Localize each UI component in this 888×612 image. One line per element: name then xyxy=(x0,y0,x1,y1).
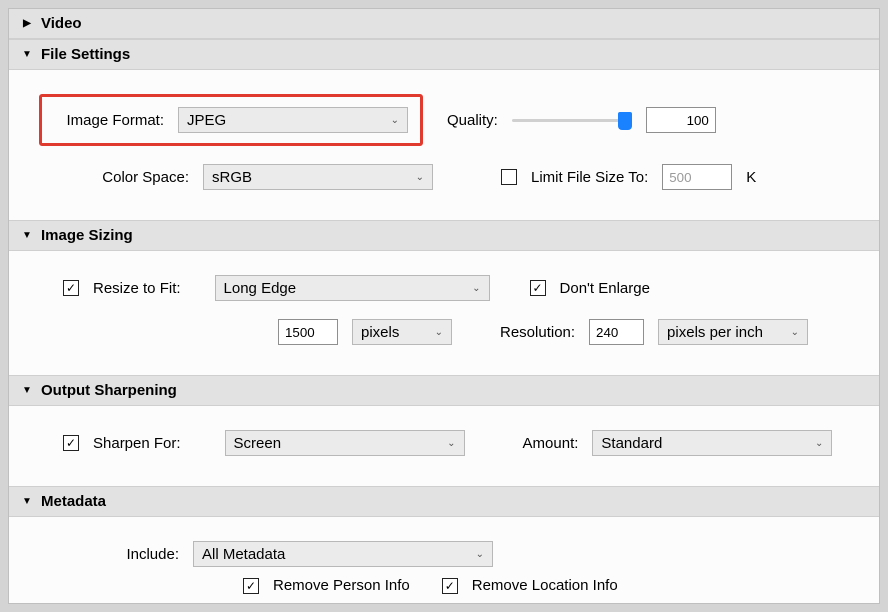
size-input[interactable] xyxy=(278,319,338,345)
remove-location-info-checkbox[interactable]: ✓ xyxy=(442,578,458,594)
resize-to-fit-value: Long Edge xyxy=(224,280,297,297)
chevron-down-icon: ▼ xyxy=(21,230,33,241)
section-body-output-sharpening: ✓ Sharpen For: Screen ⌄ Amount: Standard… xyxy=(9,406,879,486)
remove-person-info-label: Remove Person Info xyxy=(273,577,410,594)
resolution-label: Resolution: xyxy=(500,324,575,341)
image-format-highlight: Image Format: JPEG ⌄ xyxy=(39,94,423,146)
section-title: Video xyxy=(41,15,82,32)
section-title: File Settings xyxy=(41,46,130,63)
amount-select[interactable]: Standard ⌄ xyxy=(592,430,832,456)
chevron-right-icon: ▶ xyxy=(21,18,33,29)
color-space-value: sRGB xyxy=(212,169,252,186)
sharpen-for-label: Sharpen For: xyxy=(93,435,181,452)
image-format-select[interactable]: JPEG ⌄ xyxy=(178,107,408,133)
chevron-down-icon: ▼ xyxy=(21,49,33,60)
resize-to-fit-checkbox[interactable]: ✓ xyxy=(63,280,79,296)
dont-enlarge-label: Don't Enlarge xyxy=(560,280,650,297)
sharpen-for-checkbox[interactable]: ✓ xyxy=(63,435,79,451)
resolution-unit-select[interactable]: pixels per inch ⌄ xyxy=(658,319,808,345)
section-header-image-sizing[interactable]: ▼ Image Sizing xyxy=(9,220,879,251)
quality-slider[interactable] xyxy=(512,110,632,130)
chevron-down-icon: ▼ xyxy=(21,496,33,507)
chevron-down-icon: ⌄ xyxy=(435,327,443,338)
amount-label: Amount: xyxy=(523,435,579,452)
sharpen-for-select[interactable]: Screen ⌄ xyxy=(225,430,465,456)
section-header-output-sharpening[interactable]: ▼ Output Sharpening xyxy=(9,375,879,406)
color-space-label: Color Space: xyxy=(29,169,189,186)
chevron-down-icon: ⌄ xyxy=(447,438,455,449)
quality-label: Quality: xyxy=(447,112,498,129)
resize-to-fit-label: Resize to Fit: xyxy=(93,280,181,297)
include-select[interactable]: All Metadata ⌄ xyxy=(193,541,493,567)
section-body-file-settings: Image Format: JPEG ⌄ Quality: Color Spac… xyxy=(9,70,879,220)
section-title: Image Sizing xyxy=(41,227,133,244)
resolution-unit-value: pixels per inch xyxy=(667,324,763,341)
amount-value: Standard xyxy=(601,435,662,452)
size-unit-value: pixels xyxy=(361,324,399,341)
dont-enlarge-checkbox[interactable]: ✓ xyxy=(530,280,546,296)
include-label: Include: xyxy=(29,546,179,563)
section-body-metadata: Include: All Metadata ⌄ ✓ Remove Person … xyxy=(9,517,879,604)
section-body-image-sizing: ✓ Resize to Fit: Long Edge ⌄ ✓ Don't Enl… xyxy=(9,251,879,375)
limit-file-size-checkbox[interactable]: ✓ xyxy=(501,169,517,185)
image-format-value: JPEG xyxy=(187,112,226,129)
resize-to-fit-select[interactable]: Long Edge ⌄ xyxy=(215,275,490,301)
chevron-down-icon: ▼ xyxy=(21,385,33,396)
section-header-file-settings[interactable]: ▼ File Settings xyxy=(9,39,879,70)
chevron-down-icon: ⌄ xyxy=(416,172,424,183)
sharpen-for-value: Screen xyxy=(234,435,282,452)
section-title: Output Sharpening xyxy=(41,382,177,399)
size-unit-select[interactable]: pixels ⌄ xyxy=(352,319,452,345)
limit-file-size-unit: K xyxy=(746,169,756,186)
section-header-video[interactable]: ▶ Video xyxy=(9,9,879,39)
limit-file-size-input[interactable] xyxy=(662,164,732,190)
section-title: Metadata xyxy=(41,493,106,510)
chevron-down-icon: ⌄ xyxy=(815,438,823,449)
remove-location-info-label: Remove Location Info xyxy=(472,577,618,594)
export-panel: ▶ Video ▼ File Settings Image Format: JP… xyxy=(8,8,880,604)
quality-input[interactable] xyxy=(646,107,716,133)
include-value: All Metadata xyxy=(202,546,285,563)
chevron-down-icon: ⌄ xyxy=(476,549,484,560)
chevron-down-icon: ⌄ xyxy=(391,115,399,126)
resolution-input[interactable] xyxy=(589,319,644,345)
chevron-down-icon: ⌄ xyxy=(791,327,799,338)
remove-person-info-checkbox[interactable]: ✓ xyxy=(243,578,259,594)
image-format-label: Image Format: xyxy=(54,112,164,129)
chevron-down-icon: ⌄ xyxy=(472,283,480,294)
color-space-select[interactable]: sRGB ⌄ xyxy=(203,164,433,190)
limit-file-size-label: Limit File Size To: xyxy=(531,169,648,186)
section-header-metadata[interactable]: ▼ Metadata xyxy=(9,486,879,517)
